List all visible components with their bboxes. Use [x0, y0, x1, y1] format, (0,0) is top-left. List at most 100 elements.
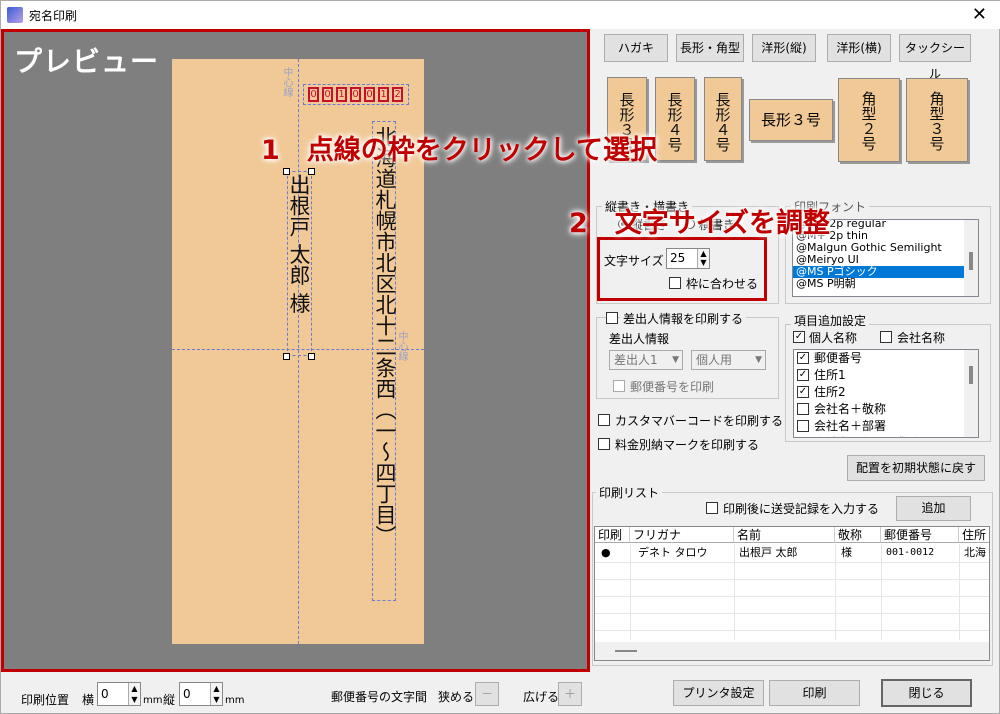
resize-handle[interactable]	[308, 168, 315, 175]
row-honorific: 様	[841, 546, 852, 559]
field-checkbox[interactable]	[797, 420, 809, 432]
print-list-label: 印刷リスト	[596, 484, 663, 501]
field-checkbox[interactable]: ✓	[797, 369, 809, 381]
y-spinner[interactable]: ▲ ▼	[210, 683, 222, 705]
font-list-item[interactable]: @MS P明朝	[793, 278, 978, 290]
field-label: 住所2	[814, 385, 846, 399]
sender-zip-checkbox[interactable]	[613, 380, 625, 392]
resize-handle[interactable]	[283, 168, 290, 175]
grid-line	[595, 613, 989, 614]
step1-annotation: 1 点線の枠をクリックして選択	[261, 135, 657, 166]
grid-line	[959, 544, 960, 640]
field-list-item[interactable]: ✓ 住所2	[794, 384, 978, 401]
narrow-label: 狭める	[438, 690, 475, 704]
fields-list-scrollbar[interactable]	[964, 350, 978, 437]
fields-list[interactable]: ✓ 郵便番号 ✓ 住所1 ✓ 住所2 会社名＋敬称会社名＋部署会社名＋部署＋敬称	[793, 349, 979, 438]
resize-handle[interactable]	[283, 353, 290, 360]
postage-label: 料金別納マークを印刷する	[615, 438, 760, 452]
close-icon[interactable]: ✕	[972, 4, 987, 25]
resize-handle[interactable]	[308, 353, 315, 360]
font-size-spinner[interactable]: ▲ ▼	[697, 249, 709, 268]
widen-button[interactable]: ＋	[558, 682, 582, 706]
col-address[interactable]: 住所	[959, 527, 989, 543]
row-print-mark: ●	[601, 546, 611, 559]
field-checkbox[interactable]: ✓	[797, 386, 809, 398]
field-list-item[interactable]: 会社名＋敬称	[794, 401, 978, 418]
field-label: 住所1	[814, 368, 846, 382]
envelope-kaku2-tile[interactable]: 角型２号	[838, 78, 900, 162]
postage-checkbox[interactable]	[598, 438, 610, 450]
center-line-mark: 中心線	[281, 67, 292, 97]
type-you-yoko-button[interactable]: 洋形(横)	[827, 34, 891, 62]
spin-down-icon[interactable]: ▼	[213, 695, 219, 704]
print-list-table[interactable]: 印刷 フリガナ 名前 敬称 郵便番号 住所 ● デネト タロウ 出根戸 太郎 様…	[594, 526, 990, 661]
preview-pane: プレビュー 中心線 中心線 北海道札幌市北区北十二条西（一〜四丁目） 出根戸 太…	[1, 29, 590, 672]
zip-digit-box: 1	[336, 87, 347, 102]
narrow-button[interactable]: －	[475, 682, 499, 706]
fit-to-frame-checkbox[interactable]	[669, 277, 681, 289]
grid-line	[630, 544, 631, 640]
spin-up-icon[interactable]: ▲	[213, 684, 219, 693]
record-send-checkbox[interactable]	[706, 502, 718, 514]
field-list-item[interactable]: 会社名＋部署＋敬称	[794, 435, 978, 438]
field-list-item[interactable]: ✓ 住所1	[794, 367, 978, 384]
spin-up-icon[interactable]: ▲	[700, 249, 706, 258]
chevron-down-icon: ▼	[672, 355, 679, 365]
reset-layout-button[interactable]: 配置を初期状態に戻す	[847, 455, 985, 481]
horizontal-label: 横	[82, 693, 95, 707]
title-bar: 宛名印刷 ✕	[1, 1, 1000, 29]
table-hscrollbar[interactable]	[595, 642, 989, 660]
type-tack-seal-button[interactable]: タックシール	[899, 34, 971, 81]
zip-digit-box: 0	[364, 87, 375, 102]
grid-line	[595, 596, 989, 597]
personal-name-checkbox[interactable]: ✓	[793, 331, 805, 343]
company-name-label: 会社名称	[897, 331, 946, 345]
add-button[interactable]: 追加	[896, 496, 971, 521]
envelope-naga4-tile[interactable]: 長形４号	[655, 77, 695, 161]
spin-up-icon[interactable]: ▲	[131, 684, 137, 693]
sender-combo[interactable]: 差出人1 ▼	[609, 350, 683, 370]
record-send-label: 印刷後に送受記録を入力する	[723, 502, 880, 516]
x-spinner[interactable]: ▲ ▼	[128, 683, 140, 705]
row-furigana: デネト タロウ	[638, 546, 708, 559]
barcode-label: カスタマバーコードを印刷する	[615, 414, 784, 428]
type-hagaki-button[interactable]: ハガキ	[604, 34, 668, 62]
row-zip: 001-0012	[886, 547, 935, 558]
envelope-naga40-tile[interactable]: 長形４号	[704, 77, 742, 161]
field-checkbox[interactable]	[797, 403, 809, 415]
field-label: 郵便番号	[814, 351, 863, 365]
col-furigana[interactable]: フリガナ	[630, 527, 734, 543]
col-zip[interactable]: 郵便番号	[881, 527, 959, 543]
type-naga-kaku-button[interactable]: 長形・角型	[676, 34, 744, 62]
zip-digit-box: 0	[322, 87, 333, 102]
print-button[interactable]: 印刷	[769, 680, 860, 706]
close-button[interactable]: 閉じる	[881, 679, 972, 707]
recipient-name-frame[interactable]: 出根戸 太郎 様	[287, 171, 312, 356]
printer-settings-button[interactable]: プリンタ設定	[673, 680, 764, 706]
address-frame[interactable]: 北海道札幌市北区北十二条西（一〜四丁目）	[372, 121, 397, 601]
field-label: 会社名＋部署	[814, 419, 887, 433]
fit-to-frame-label: 枠に合わせる	[686, 277, 759, 291]
print-sender-label: 差出人情報を印刷する	[620, 310, 747, 327]
company-name-checkbox[interactable]	[880, 331, 892, 343]
fields-group-label: 項目追加設定	[791, 312, 870, 329]
print-position-label: 印刷位置	[21, 693, 70, 707]
spin-down-icon[interactable]: ▼	[700, 258, 706, 267]
spin-down-icon[interactable]: ▼	[131, 695, 137, 704]
field-checkbox[interactable]: ✓	[797, 352, 809, 364]
envelope-kaku3-tile[interactable]: 角型３号	[906, 78, 968, 162]
sender-type-combo[interactable]: 個人用 ▼	[691, 350, 766, 370]
col-print[interactable]: 印刷	[595, 527, 630, 543]
barcode-checkbox[interactable]	[598, 414, 610, 426]
field-list-item[interactable]: ✓ 郵便番号	[794, 350, 978, 367]
field-list-item[interactable]: 会社名＋部署	[794, 418, 978, 435]
envelope-naga3-horizontal-tile[interactable]: 長形３号	[749, 99, 833, 141]
zip-digit-box: 0	[350, 87, 361, 102]
type-you-tate-button[interactable]: 洋形(縦)	[752, 34, 816, 62]
col-name[interactable]: 名前	[734, 527, 835, 543]
print-sender-checkbox[interactable]	[606, 312, 618, 324]
font-list-scrollbar[interactable]	[964, 220, 978, 296]
col-honorific[interactable]: 敬称	[835, 527, 881, 543]
font-size-label: 文字サイズ	[604, 254, 664, 268]
field-checkbox[interactable]	[797, 437, 809, 438]
